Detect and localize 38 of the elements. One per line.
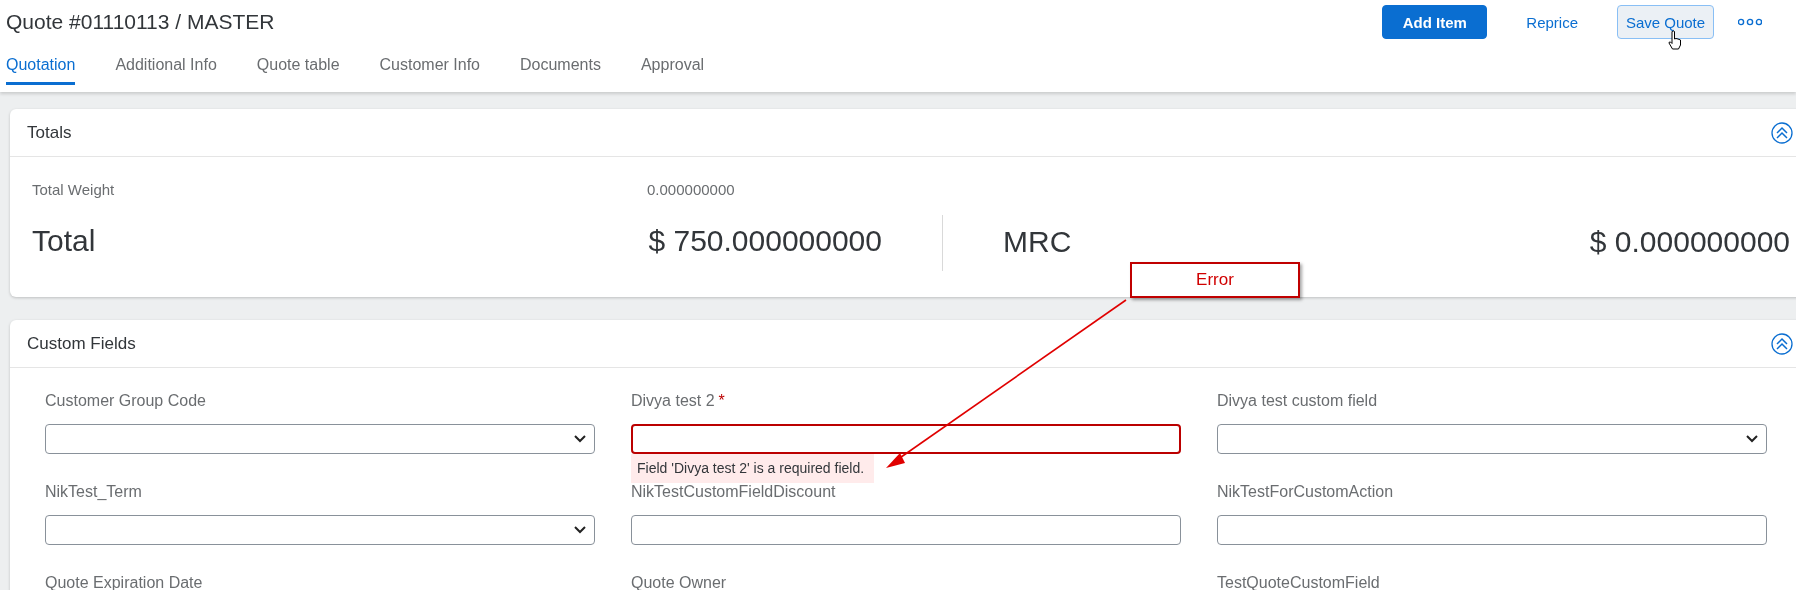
field-label: NikTest_Term (45, 483, 142, 502)
weight-label: Total Weight (32, 180, 116, 198)
weight-value: 0.000000000 (647, 180, 735, 198)
collapse-icon[interactable] (1771, 332, 1793, 355)
dropdown-field[interactable] (45, 515, 595, 545)
page-title: Quote #01110113 / MASTER (6, 10, 275, 34)
dropdown-field[interactable] (1217, 424, 1767, 454)
tab[interactable]: Approval (640, 52, 705, 85)
input-field[interactable] (1217, 515, 1767, 545)
collapse-icon[interactable] (1771, 121, 1793, 144)
field-label: NikTestForCustomAction (1217, 483, 1394, 502)
field-label: Divya test custom field (1217, 392, 1378, 411)
chevron-down-icon (1746, 435, 1758, 443)
total-value: $ 750.000000000 (648, 224, 882, 258)
chevron-down-icon (574, 435, 586, 443)
tab[interactable]: Customer Info (379, 52, 480, 85)
text-button[interactable]: Reprice (1513, 5, 1591, 39)
chevron-down-icon (574, 526, 586, 534)
hand-cursor-icon (1668, 30, 1682, 50)
mrc-value: $ 0.000000000 (1589, 225, 1790, 259)
tab[interactable]: Quote table (256, 52, 340, 85)
field-label: NikTestCustomFieldDiscount (631, 483, 836, 502)
error-message: Field 'Divya test 2' is a required field. (631, 454, 875, 483)
add-button[interactable]: Add Item (1382, 5, 1488, 39)
field-label: Customer Group Code (45, 392, 206, 411)
error-callout: Error (1130, 262, 1300, 298)
field-label: Divya test 2 * (631, 392, 725, 411)
tab[interactable]: Quotation (6, 52, 76, 85)
tab[interactable]: Additional Info (115, 52, 217, 85)
input-field[interactable] (631, 515, 1181, 545)
dropdown-field[interactable] (45, 424, 595, 454)
mrc-label: MRC (1003, 225, 1072, 259)
tab[interactable]: Documents (520, 52, 601, 85)
panel-title: Custom Fields (27, 333, 136, 354)
total-label: Total (32, 224, 96, 258)
input-field[interactable] (631, 424, 1181, 454)
more-icon (1738, 18, 1762, 26)
panel-title: Totals (27, 122, 72, 143)
